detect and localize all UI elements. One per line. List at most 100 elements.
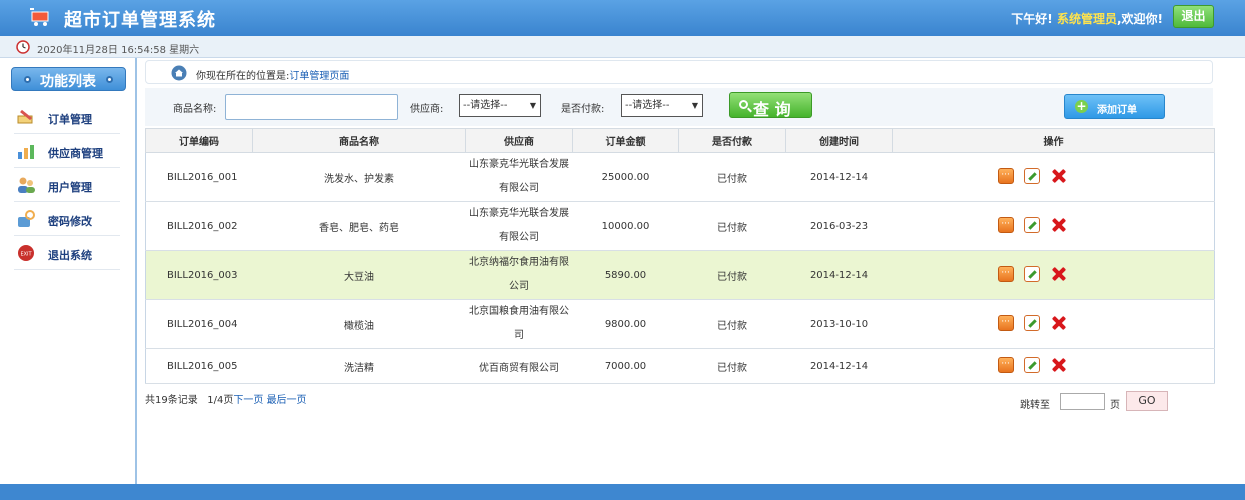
- search-icon: [739, 100, 748, 109]
- created-date: 2016-03-23: [785, 201, 893, 251]
- sidebar-item-label: 退出系统: [48, 249, 92, 262]
- product-name: 橄榄油: [252, 299, 466, 349]
- function-list-label: 功能列表: [40, 74, 96, 90]
- chart-icon: [18, 145, 34, 159]
- supplier-name: 山东豪克华光联合发展有限公司: [465, 201, 573, 251]
- chevron-down-icon: ▼: [691, 101, 698, 110]
- order-code: BILL2016_002: [145, 201, 253, 251]
- row-actions: [892, 250, 1215, 300]
- column-header: 操作: [892, 128, 1215, 153]
- view-icon[interactable]: [998, 357, 1015, 373]
- table-row: BILL2016_002 香皂、肥皂、药皂 山东豪克华光联合发展有限公司 100…: [145, 201, 1215, 251]
- sidebar-item-label: 订单管理: [48, 113, 92, 126]
- row-actions: [892, 348, 1215, 384]
- table-row: BILL2016_001 洗发水、护发素 山东豪克华光联合发展有限公司 2500…: [145, 152, 1215, 202]
- edit-icon[interactable]: [1024, 168, 1041, 184]
- created-date: 2014-12-14: [785, 152, 893, 202]
- sidebar-item-label: 供应商管理: [48, 147, 103, 160]
- column-header: 供应商: [465, 128, 573, 153]
- greeting: 下午好! 系统管理员,欢迎你!: [1011, 10, 1163, 27]
- edit-icon[interactable]: [1024, 266, 1041, 282]
- product-name-label: 商品名称:: [173, 104, 217, 115]
- order-amount: 25000.00: [572, 152, 679, 202]
- table-row: BILL2016_003 大豆油 北京纳福尔食用油有限公司 5890.00 已付…: [145, 250, 1215, 300]
- edit-icon[interactable]: [1024, 217, 1041, 233]
- username: 系统管理员: [1056, 12, 1117, 26]
- exit-icon: EXIT: [18, 245, 34, 261]
- order-amount: 7000.00: [572, 348, 679, 384]
- function-list-title: 功能列表: [11, 67, 126, 91]
- supplier-selected-value: --请选择--: [463, 100, 508, 111]
- supplier-name: 北京纳福尔食用油有限公司: [465, 250, 573, 300]
- view-icon[interactable]: [998, 168, 1015, 184]
- created-date: 2014-12-14: [785, 348, 893, 384]
- paid-status: 已付款: [678, 348, 786, 384]
- go-button[interactable]: GO: [1126, 391, 1168, 411]
- supplier-label: 供应商:: [410, 104, 444, 115]
- column-header: 订单金额: [572, 128, 679, 153]
- greeting-prefix: 下午好!: [1011, 12, 1053, 26]
- delete-icon[interactable]: [1050, 216, 1068, 234]
- paid-status: 已付款: [678, 201, 786, 251]
- svg-text:EXIT: EXIT: [20, 252, 32, 258]
- sidebar-item-password[interactable]: 密码修改: [14, 202, 120, 236]
- product-name: 洗发水、护发素: [252, 152, 466, 202]
- delete-icon[interactable]: [1050, 265, 1068, 283]
- plus-icon: +: [1075, 99, 1088, 113]
- order-code: BILL2016_003: [145, 250, 253, 300]
- paid-status-select[interactable]: --请选择-- ▼: [621, 94, 703, 117]
- created-date: 2014-12-14: [785, 250, 893, 300]
- shopping-cart-icon: [30, 8, 49, 26]
- supplier-select[interactable]: --请选择-- ▼: [459, 94, 541, 117]
- row-actions: [892, 201, 1215, 251]
- paid-status-label: 是否付款:: [561, 104, 605, 115]
- delete-icon[interactable]: [1050, 356, 1068, 374]
- sidebar-item-label: 用户管理: [48, 181, 92, 194]
- add-order-button[interactable]: + 添加订单: [1064, 94, 1165, 119]
- current-datetime: 2020年11月28日 16:54:58 星期六: [37, 45, 200, 56]
- query-button-label: 查 询: [753, 100, 791, 119]
- page-indicator: 1/4页: [207, 395, 234, 406]
- order-table: 订单编码 商品名称 供应商 订单金额 是否付款 创建时间 操作 BILL2016…: [145, 128, 1215, 384]
- chevron-down-icon: ▼: [529, 101, 536, 110]
- edit-icon[interactable]: [1024, 315, 1041, 331]
- view-icon[interactable]: [998, 315, 1015, 331]
- paid-status: 已付款: [678, 250, 786, 300]
- order-code: BILL2016_005: [145, 348, 253, 384]
- view-icon[interactable]: [998, 217, 1015, 233]
- key-lock-icon: [18, 210, 35, 227]
- table-header-row: 订单编码 商品名称 供应商 订单金额 是否付款 创建时间 操作: [145, 128, 1215, 153]
- paid-status: 已付款: [678, 152, 786, 202]
- greeting-suffix: ,欢迎你!: [1116, 12, 1163, 26]
- app-title: 超市订单管理系统: [64, 10, 216, 31]
- table-row: BILL2016_004 橄榄油 北京国粮食用油有限公司 9800.00 已付款…: [145, 299, 1215, 349]
- supplier-name: 优百商贸有限公司: [465, 348, 573, 384]
- last-page-link[interactable]: 最后一页: [267, 395, 307, 406]
- edit-icon[interactable]: [1024, 357, 1041, 373]
- home-icon: [171, 65, 187, 81]
- sidebar-item-orders[interactable]: 订单管理: [14, 100, 120, 134]
- query-button[interactable]: 查 询: [729, 92, 812, 119]
- next-page-link[interactable]: 下一页: [233, 395, 263, 406]
- paid-selected-value: --请选择--: [625, 100, 670, 111]
- jump-unit: 页: [1110, 400, 1120, 411]
- created-date: 2013-10-10: [785, 299, 893, 349]
- users-icon: [18, 177, 35, 193]
- sidebar-item-exit[interactable]: EXIT 退出系统: [14, 236, 120, 270]
- jump-page-input[interactable]: [1060, 393, 1105, 410]
- view-icon[interactable]: [998, 266, 1015, 282]
- delete-icon[interactable]: [1050, 314, 1068, 332]
- breadcrumb-prefix: 你现在所在的位置是:: [196, 71, 290, 82]
- product-name-input[interactable]: [225, 94, 398, 120]
- row-actions: [892, 299, 1215, 349]
- delete-icon[interactable]: [1050, 167, 1068, 185]
- breadcrumb-current[interactable]: 订单管理页面: [289, 71, 349, 82]
- sidebar-item-users[interactable]: 用户管理: [14, 168, 120, 202]
- logout-button[interactable]: 退出: [1173, 5, 1214, 28]
- sidebar-item-suppliers[interactable]: 供应商管理: [14, 134, 120, 168]
- product-name: 洗洁精: [252, 348, 466, 384]
- product-name: 香皂、肥皂、药皂: [252, 201, 466, 251]
- pagination-info: 共19条记录 1/4页下一页 最后一页: [145, 391, 307, 406]
- order-code: BILL2016_004: [145, 299, 253, 349]
- breadcrumb: 你现在所在的位置是:订单管理页面: [145, 60, 1213, 84]
